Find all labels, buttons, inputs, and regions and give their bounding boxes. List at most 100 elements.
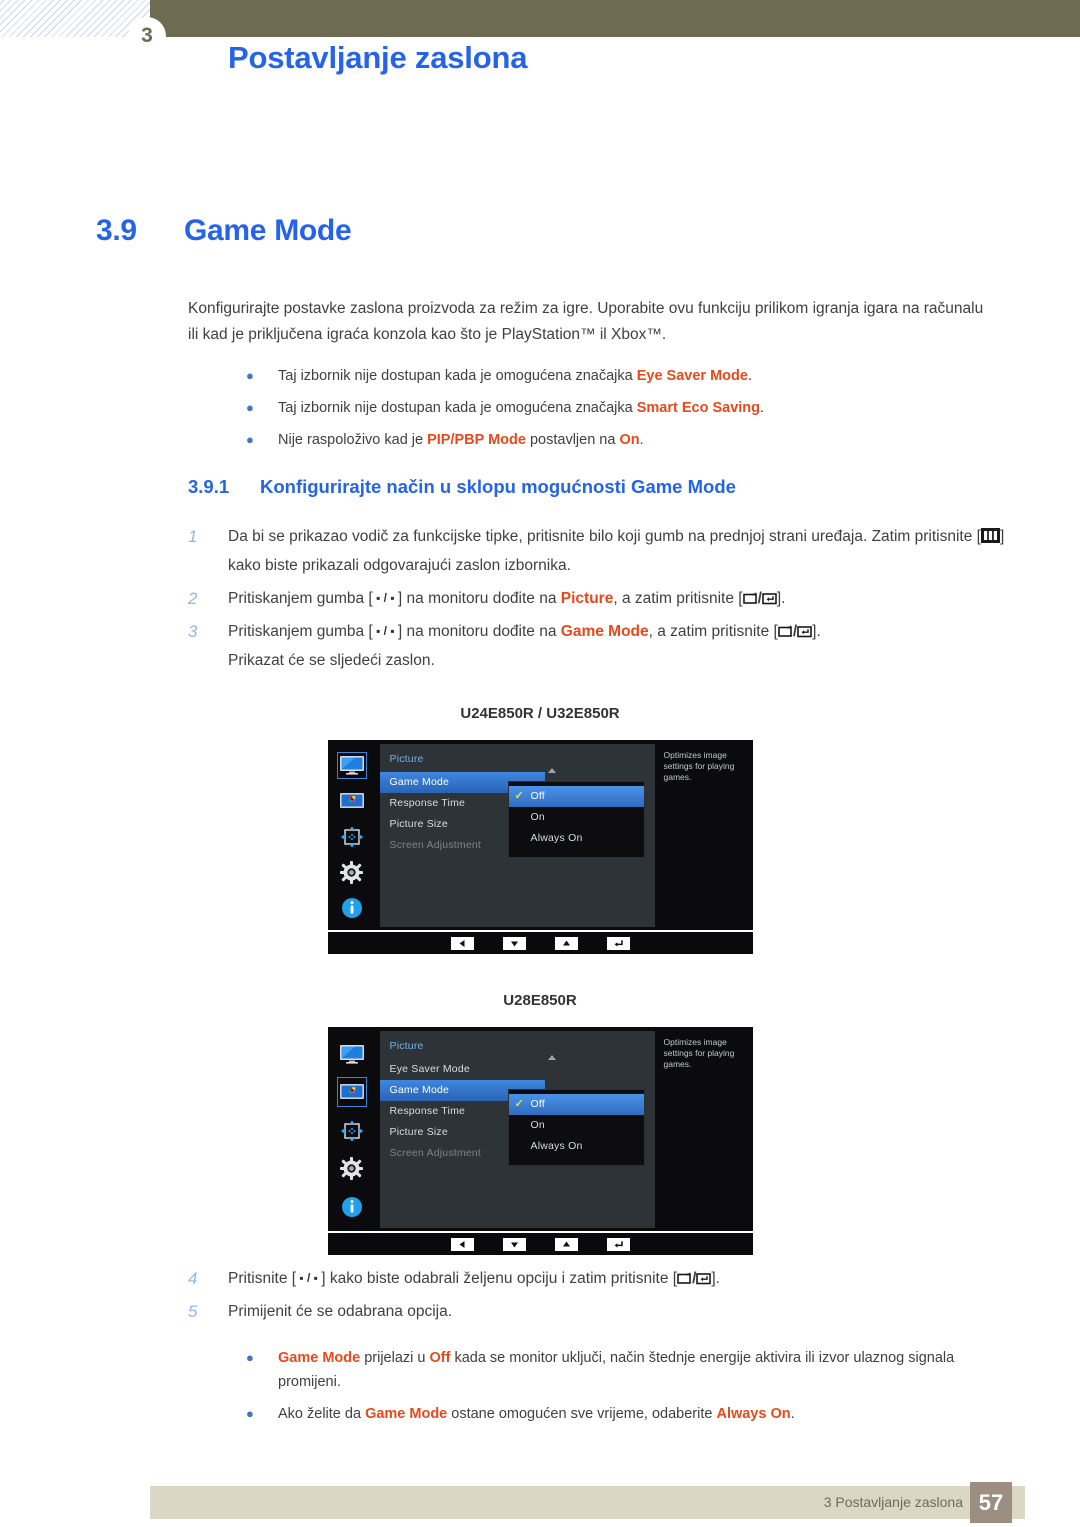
- highlight-term: PIP/PBP Mode: [427, 432, 526, 448]
- osd-dropdown-game-mode: ✓ Off On Always On: [507, 781, 645, 858]
- section-number: 3.9: [96, 214, 137, 247]
- section-title: Game Mode: [184, 214, 352, 247]
- highlight-term: Game Mode: [365, 1406, 448, 1422]
- osd-footer-buttons: [327, 930, 753, 954]
- figure-u28: U28E850R Picture Eye Saver Mode Game Mod…: [0, 992, 1080, 1255]
- enter-arrow-icon[interactable]: [606, 1237, 630, 1251]
- steps-list-top: 1 Da bi se prikazao vodič za funkcijske …: [188, 522, 1018, 679]
- list-item: ● Ako želite da Game Mode ostane omoguće…: [246, 1402, 1006, 1426]
- page-footer: 3 Postavljanje zaslona 57: [150, 1482, 1025, 1523]
- info-icon[interactable]: [337, 894, 367, 921]
- enter-key-icon: [696, 1272, 712, 1285]
- list-item: 3 Pritiskanjem gumba [ ▪ / ▪ ] na monito…: [188, 617, 1018, 675]
- move-arrows-icon[interactable]: [337, 823, 367, 850]
- step-text: Pritiskanjem gumba [ ▪ / ▪ ] na monitoru…: [228, 590, 786, 607]
- highlight-term: Always On: [716, 1406, 791, 1422]
- subsection-number: 3.9.1: [188, 476, 230, 497]
- check-icon: ✓: [514, 790, 524, 802]
- source-key-icon: [778, 625, 793, 638]
- note-text: Nije raspoloživo kad je PIP/PBP Mode pos…: [278, 432, 644, 448]
- picture-color-icon[interactable]: [337, 788, 367, 815]
- bullet-dot-icon: ●: [246, 400, 254, 415]
- gear-icon[interactable]: [337, 859, 367, 886]
- steps-list-bottom: 4 Pritisnite [ ▪ / ▪ ] kako biste odabra…: [188, 1264, 1018, 1330]
- list-item: ● Game Mode prijelazi u Off kada se moni…: [246, 1346, 1006, 1394]
- notes-bottom-list: ● Game Mode prijelazi u Off kada se moni…: [246, 1346, 1006, 1434]
- osd-option-on[interactable]: On: [509, 1115, 644, 1136]
- osd-sidebar: [327, 1027, 376, 1231]
- enter-key-icon: [762, 592, 777, 605]
- figure-caption: U24E850R / U32E850R: [460, 705, 620, 722]
- highlight-term: Picture: [560, 590, 614, 607]
- step-number: 3: [188, 622, 198, 641]
- bullet-dot-icon: ●: [246, 1406, 254, 1421]
- menu-key-icon: [980, 528, 1000, 543]
- info-icon[interactable]: [337, 1193, 367, 1222]
- step-text: Pritisnite [ ▪ / ▪ ] kako biste odabrali…: [228, 1270, 720, 1287]
- step-number: 4: [188, 1269, 198, 1288]
- step-text: Primijenit će se odabrana opcija.: [228, 1303, 453, 1320]
- list-item: ● Taj izbornik nije dostupan kada je omo…: [246, 364, 1006, 388]
- osd-help-text: Optimizes image settings for playing gam…: [655, 740, 753, 930]
- up-arrow-icon[interactable]: [554, 936, 578, 950]
- page-title: Postavljanje zaslona: [228, 40, 528, 75]
- figure-u24-u32: U24E850R / U32E850R Picture Game Mode Re…: [0, 705, 1080, 954]
- note-text: Game Mode prijelazi u Off kada se monito…: [278, 1350, 955, 1390]
- osd-option-always-on[interactable]: Always On: [509, 1136, 644, 1157]
- step-number: 1: [188, 527, 198, 546]
- scroll-up-caret-icon: [547, 768, 556, 773]
- list-item: 4 Pritisnite [ ▪ / ▪ ] kako biste odabra…: [188, 1264, 1018, 1293]
- page-number: 57: [970, 1482, 1012, 1523]
- intro-paragraph: Konfigurirajte postavke zaslona proizvod…: [188, 300, 984, 343]
- osd-option-on[interactable]: On: [509, 807, 644, 828]
- note-text: Taj izbornik nije dostupan kada je omogu…: [278, 368, 752, 384]
- osd-option-off[interactable]: ✓ Off: [508, 786, 644, 807]
- down-arrow-icon[interactable]: [502, 936, 526, 950]
- subsection-title: Konfigurirajte način u sklopu mogućnosti…: [260, 476, 736, 497]
- highlight-term: On: [619, 432, 640, 448]
- list-item: 5 Primijenit će se odabrana opcija.: [188, 1297, 1018, 1326]
- down-arrow-icon[interactable]: [502, 1237, 526, 1251]
- monitor-icon[interactable]: [337, 1039, 367, 1068]
- bullet-dot-icon: ●: [246, 368, 254, 383]
- osd-menu-item-eye-saver-mode[interactable]: Eye Saver Mode: [380, 1059, 655, 1080]
- left-arrow-icon[interactable]: [450, 936, 474, 950]
- osd-screenshot: Picture Game Mode Response Time Picture …: [327, 740, 753, 954]
- step-number: 2: [188, 589, 198, 608]
- move-arrows-icon[interactable]: [337, 1116, 367, 1145]
- left-arrow-icon[interactable]: [450, 1237, 474, 1251]
- osd-option-off[interactable]: ✓ Off: [508, 1094, 644, 1115]
- step-text: Pritiskanjem gumba [ ▪ / ▪ ] na monitoru…: [228, 623, 821, 669]
- enter-arrow-icon[interactable]: [606, 936, 630, 950]
- note-text: Ako želite da Game Mode ostane omogućen …: [278, 1406, 795, 1422]
- highlight-term: Eye Saver Mode: [636, 368, 748, 384]
- note-text: Taj izbornik nije dostupan kada je omogu…: [278, 400, 765, 416]
- bullet-dot-icon: ●: [246, 432, 254, 447]
- footer-label: 3 Postavljanje zaslona: [823, 1494, 963, 1510]
- gear-icon[interactable]: [337, 1154, 367, 1183]
- nav-dot-icon: ▪ / ▪: [372, 591, 398, 605]
- highlight-term: Smart Eco Saving: [636, 400, 760, 416]
- header-olive-bar: [150, 0, 1080, 37]
- step-number: 5: [188, 1302, 198, 1321]
- nav-dot-icon: ▪ / ▪: [296, 1271, 322, 1285]
- osd-option-always-on[interactable]: Always On: [509, 828, 644, 849]
- monitor-icon[interactable]: [336, 752, 367, 779]
- highlight-term: Game Mode: [560, 623, 649, 640]
- up-arrow-icon[interactable]: [554, 1237, 578, 1251]
- list-item: 1 Da bi se prikazao vodič za funkcijske …: [188, 522, 1018, 580]
- osd-help-text: Optimizes image settings for playing gam…: [655, 1027, 753, 1231]
- osd-screenshot: Picture Eye Saver Mode Game Mode Respons…: [327, 1027, 753, 1255]
- notes-top-list: ● Taj izbornik nije dostupan kada je omo…: [246, 364, 1006, 460]
- highlight-term: Game Mode: [278, 1350, 361, 1366]
- nav-dot-icon: ▪ / ▪: [372, 624, 398, 638]
- section-heading: 3.9 Game Mode: [96, 214, 352, 248]
- source-key-icon: [677, 1272, 692, 1285]
- chapter-badge: 3: [128, 17, 166, 55]
- source-key-icon: [742, 592, 758, 605]
- list-item: 2 Pritiskanjem gumba [ ▪ / ▪ ] na monito…: [188, 584, 1018, 613]
- highlight-term: Off: [429, 1350, 451, 1366]
- osd-sidebar: [327, 740, 376, 930]
- enter-key-icon: [797, 625, 812, 638]
- picture-color-icon[interactable]: [336, 1077, 367, 1107]
